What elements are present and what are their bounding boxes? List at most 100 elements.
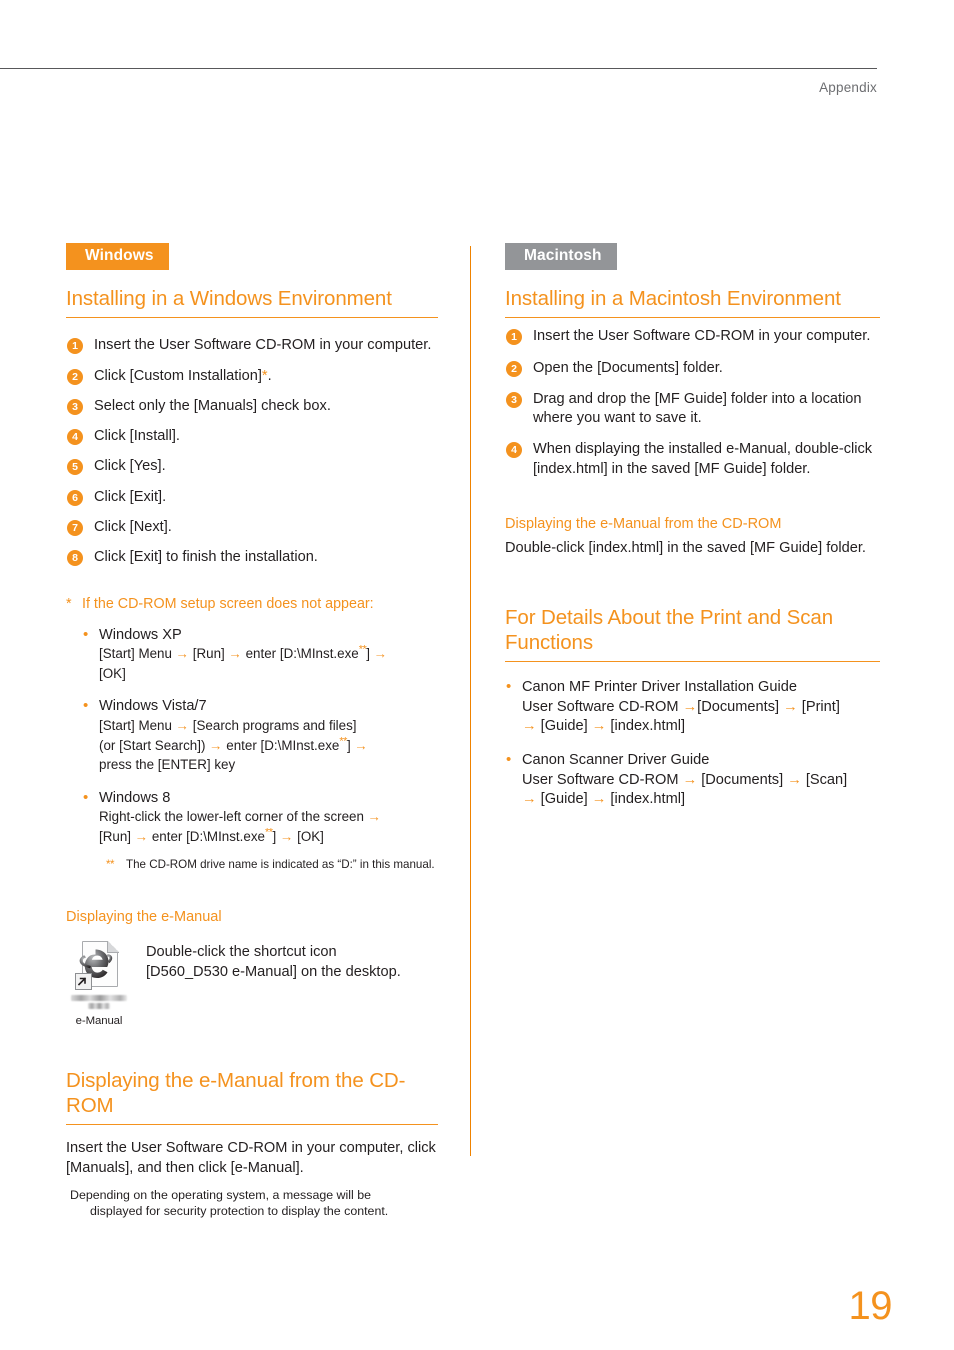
path-part: [OK] [293,828,324,844]
step-number: 3 [506,391,522,408]
step-text: Insert the User Software CD-ROM in your … [533,328,871,345]
step-number: 8 [67,550,83,567]
list-item: 7 Click [Next]. [66,518,438,537]
desktop-shortcut-icon: e-Manual [66,937,132,1027]
path-part: [Guide] [536,718,592,735]
section-title-displaying-from-cdrom: Displaying the e-Manual from the CD-ROM [66,1069,438,1126]
redacted-filename-line-1 [71,995,127,1002]
path-part: [Documents] [697,698,784,715]
description-line-2: [D560_D530 e-Manual] on the desktop. [146,963,401,980]
step-number: 4 [67,429,83,446]
running-header-title: Appendix [819,80,877,95]
guide-path: User Software CD-ROM → [Documents] → [Sc… [522,772,847,808]
path-part: enter [D:\MInst.exe [148,828,265,844]
icon-art [73,940,125,992]
footnote-double-text: The CD-ROM drive name is indicated as “D… [126,858,435,872]
arrow-icon: → [354,737,368,753]
arrow-icon: → [682,771,698,788]
note-line-1: Depending on the operating system, a mes… [70,1187,371,1202]
step-number: 6 [67,489,83,506]
step-text-tail: . [267,367,272,384]
step-number: 1 [67,338,83,355]
windows-steps-list: 1 Insert the User Software CD-ROM in you… [66,336,438,567]
list-item: 6 Click [Exit]. [66,488,438,507]
step-text: Click [Custom Installation] [94,367,262,384]
step-text: Click [Next]. [94,518,172,535]
step-text: Click [Exit] to finish the installation. [94,549,318,566]
arrow-icon: → [373,646,388,662]
path-part: User Software CD-ROM [522,771,683,788]
emanual-icon-block: e-Manual Double-click the shortcut icon … [66,937,438,1027]
note-line-2: displayed for security protection to dis… [90,1204,389,1219]
step-text: Insert the User Software CD-ROM in your … [94,337,432,354]
cdrom-security-note: Depending on the operating system, a mes… [66,1187,438,1220]
icon-caption-label: e-Manual [75,1015,123,1028]
os-path: [Start] Menu → [Run] → enter [D:\MInst.e… [99,644,388,681]
list-item: 2 Open the [Documents] folder. [505,359,880,378]
list-item: 8 Click [Exit] to finish the installatio… [66,548,438,567]
path-part: [OK] [99,665,126,681]
redacted-filename-line-2 [88,1003,110,1010]
arrow-icon: → [279,828,294,844]
list-item: 2 Click [Custom Installation]*. [66,367,438,386]
footnote-star-text: If the CD-ROM setup screen does not appe… [82,596,374,613]
footnote-star-block: * If the CD-ROM setup screen does not ap… [66,595,438,614]
path-part: (or [Start Search]) [99,737,210,753]
path-part: Right-click the lower-left corner of the… [99,809,368,825]
guide-name: Canon Scanner Driver Guide [522,751,710,768]
path-part: enter [D:\MInst.exe [222,737,340,753]
list-item: 1 Insert the User Software CD-ROM in you… [505,327,880,346]
path-part: [Scan] [801,771,848,788]
list-item: 3 Select only the [Manuals] check box. [66,397,438,416]
path-part: enter [D:\MInst.exe [241,646,359,662]
arrow-icon: → [228,646,242,662]
description-line-1: Double-click the shortcut icon [146,944,337,961]
footnote-marker-double: ** [339,735,347,748]
header-rule [0,68,877,69]
guide-path: User Software CD-ROM →[Documents] → [Pri… [522,699,840,735]
step-number: 2 [67,368,83,385]
platform-badge-macintosh: Macintosh [505,243,617,271]
step-text: Click [Install]. [94,428,180,445]
step-number: 2 [506,360,522,377]
section-title-macintosh-install: Installing in a Macintosh Environment [505,286,880,319]
os-name: Windows XP [99,626,182,643]
macintosh-cdrom-body: Double-click [index.html] in the saved [… [505,539,866,556]
step-text: Select only the [Manuals] check box. [94,397,331,414]
arrow-icon: → [591,718,607,735]
footnote-marker-double: ** [106,858,115,872]
platform-badge-windows: Windows [66,243,169,271]
list-item: Windows Vista/7 [Start] Menu → [Search p… [82,696,438,775]
macintosh-steps-list: 1 Insert the User Software CD-ROM in you… [505,327,880,479]
arrow-icon: → [367,809,382,825]
path-part: [Run] [189,646,229,662]
path-part: [index.html] [606,791,686,808]
footnote-marker-star: * [66,596,72,613]
list-item: Windows 8 Right-click the lower-left cor… [82,788,438,848]
step-number: 7 [67,519,83,536]
os-instructions-list: Windows XP [Start] Menu → [Run] → enter … [66,625,438,848]
section-title-windows-install: Installing in a Windows Environment [66,286,438,319]
step-text: Drag and drop the [MF Guide] folder into… [533,390,862,427]
guide-name: Canon MF Printer Driver Installation Gui… [522,679,797,696]
os-path: Right-click the lower-left corner of the… [99,809,381,844]
list-item: 1 Insert the User Software CD-ROM in you… [66,336,438,355]
step-text: Click [Exit]. [94,488,167,505]
path-part: [Documents] [697,771,788,788]
arrow-icon: → [134,828,149,844]
page-number: 19 [848,1284,893,1328]
guides-list: Canon MF Printer Driver Installation Gui… [505,677,880,809]
column-divider [470,246,472,1156]
os-path: [Start] Menu → [Search programs and file… [99,718,368,772]
subheading-displaying-from-cdrom: Displaying the e-Manual from the CD-ROM [505,515,782,532]
arrow-icon: → [682,698,698,715]
path-part: User Software CD-ROM [522,698,683,715]
arrow-icon: → [175,718,190,734]
path-part: press the [ENTER] key [99,757,236,773]
list-item: Canon MF Printer Driver Installation Gui… [505,677,880,737]
arrow-icon: → [209,737,223,753]
arrow-icon: → [522,791,537,808]
path-part: [Guide] [536,791,592,808]
cdrom-body-text: Insert the User Software CD-ROM in your … [66,1140,436,1176]
path-part: [Search programs and files] [189,718,357,734]
